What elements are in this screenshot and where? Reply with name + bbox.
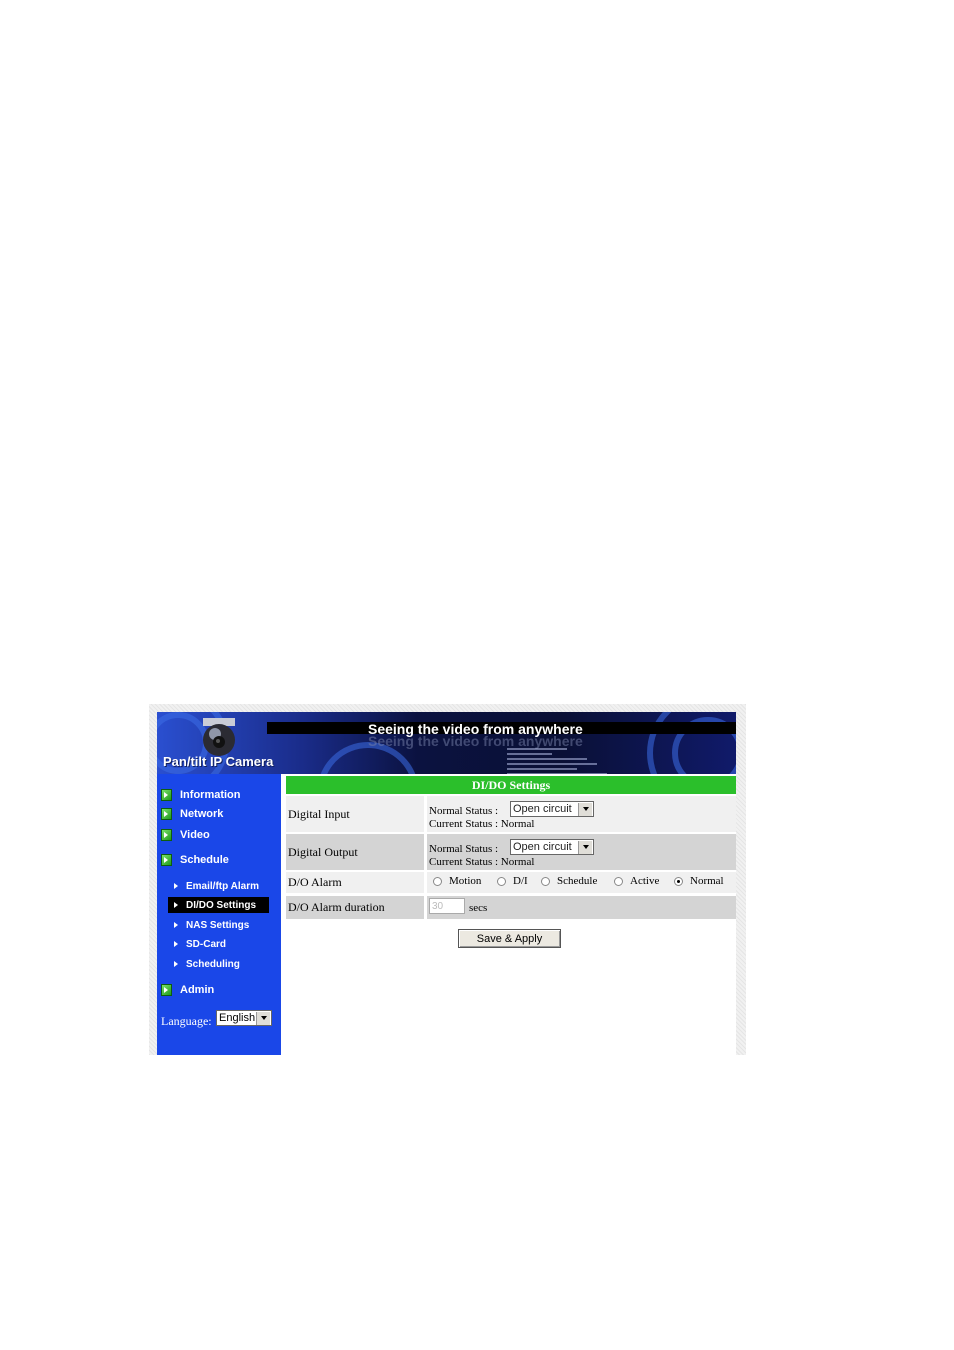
radio-active[interactable]: Active: [614, 875, 659, 887]
radio-label: Normal: [690, 875, 724, 887]
sidebar-item-admin[interactable]: Admin: [161, 983, 214, 997]
digital-output-row: Digital Output Normal Status : Open circ…: [286, 834, 736, 870]
do-alarm-duration-row: D/O Alarm duration 30 secs: [286, 896, 736, 919]
sidebar-item-label: Information: [180, 789, 241, 801]
sidebar-item-schedule[interactable]: Schedule: [161, 853, 229, 867]
page-title: DI/DO Settings: [286, 776, 736, 794]
do-alarm-label: D/O Alarm: [286, 872, 424, 893]
do-alarm-duration-label: D/O Alarm duration: [286, 896, 424, 919]
normal-status-label: Normal Status :: [429, 843, 499, 855]
sidebar-item-label: Video: [180, 829, 210, 841]
bullet-arrow-icon: [174, 902, 178, 908]
do-alarm-row: D/O Alarm Motion D/I Schedule Active Nor…: [286, 872, 736, 893]
sidebar-item-video[interactable]: Video: [161, 828, 210, 842]
language-label: Language:: [161, 1014, 212, 1028]
radio-schedule[interactable]: Schedule: [541, 875, 597, 887]
radio-normal[interactable]: Normal: [674, 875, 724, 887]
do-normal-status-value: Open circuit: [513, 841, 572, 853]
main-panel: DI/DO Settings Digital Input Normal Stat…: [281, 774, 736, 1055]
bullet-arrow-icon: [174, 961, 178, 967]
language-value: English: [219, 1012, 256, 1024]
sidebar-subitem-label: DI/DO Settings: [186, 899, 257, 911]
bullet-arrow-icon: [174, 883, 178, 889]
radio-label: D/I: [513, 875, 528, 887]
di-normal-status-select[interactable]: Open circuit: [510, 801, 594, 817]
sidebar-subitem-email-ftp-alarm[interactable]: Email/ftp Alarm: [168, 878, 269, 894]
bullet-arrow-icon: [174, 922, 178, 928]
digital-input-row: Digital Input Normal Status : Open circu…: [286, 796, 736, 832]
radio-button: [541, 876, 550, 886]
green-arrow-icon: [161, 984, 172, 996]
sidebar-subitem-scheduling[interactable]: Scheduling: [168, 956, 269, 972]
camera-icon: [203, 718, 235, 756]
chevron-down-icon: [578, 840, 592, 854]
radio-di[interactable]: D/I: [497, 875, 528, 887]
brand-title: Pan/tilt IP Camera: [163, 754, 274, 769]
header-banner: Seeing the video from anywhere Seeing th…: [157, 712, 736, 774]
sidebar-subitem-dido-settings[interactable]: DI/DO Settings: [168, 897, 269, 913]
do-alarm-duration-settings: 30 secs: [427, 896, 736, 919]
normal-status-label: Normal Status :: [429, 805, 499, 817]
green-arrow-icon: [161, 789, 172, 801]
sidebar-subitem-sd-card[interactable]: SD-Card: [168, 936, 269, 952]
bullet-arrow-icon: [174, 941, 178, 947]
radio-button-selected: [674, 876, 683, 886]
do-normal-status-select[interactable]: Open circuit: [510, 839, 594, 855]
radio-label: Schedule: [557, 875, 598, 887]
digital-input-settings: Normal Status : Open circuit Current Sta…: [427, 796, 736, 832]
sidebar-item-label: Admin: [180, 984, 215, 996]
radio-button: [433, 876, 442, 886]
save-apply-button[interactable]: Save & Apply: [458, 929, 561, 948]
sidebar-subitem-label: NAS Settings: [186, 919, 250, 931]
digital-output-label: Digital Output: [286, 834, 424, 870]
di-normal-status-value: Open circuit: [513, 803, 572, 815]
do-alarm-options: Motion D/I Schedule Active Normal: [427, 872, 736, 893]
sidebar-item-label: Network: [180, 808, 224, 820]
banner-fine-print: [507, 748, 617, 774]
green-arrow-icon: [161, 808, 172, 820]
chevron-down-icon: [256, 1011, 270, 1025]
alarm-duration-input[interactable]: 30: [429, 898, 465, 914]
sidebar-subitem-label: Email/ftp Alarm: [186, 880, 259, 892]
digital-output-settings: Normal Status : Open circuit Current Sta…: [427, 834, 736, 870]
sidebar-subitem-label: SD-Card: [186, 938, 227, 950]
sidebar-subitem-label: Scheduling: [186, 958, 240, 970]
do-current-status: Current Status : Normal: [429, 856, 535, 868]
radio-button: [614, 876, 623, 886]
language-select[interactable]: English: [216, 1010, 272, 1026]
sidebar-item-information[interactable]: Information: [161, 788, 241, 802]
digital-input-label: Digital Input: [286, 796, 424, 832]
radio-label: Motion: [449, 875, 482, 887]
green-arrow-icon: [161, 854, 172, 866]
radio-button: [497, 876, 506, 886]
green-arrow-icon: [161, 829, 172, 841]
duration-unit: secs: [469, 902, 488, 914]
di-current-status: Current Status : Normal: [429, 818, 535, 830]
banner-headline: Seeing the video from anywhere: [368, 721, 583, 737]
radio-motion[interactable]: Motion: [433, 875, 481, 887]
sidebar-item-label: Schedule: [180, 854, 229, 866]
sidebar-subitem-nas-settings[interactable]: NAS Settings: [168, 917, 269, 933]
radio-label: Active: [630, 875, 660, 887]
chevron-down-icon: [578, 802, 592, 816]
sidebar: Information Network Video Schedule Email…: [157, 774, 281, 1055]
sidebar-item-network[interactable]: Network: [161, 807, 223, 821]
